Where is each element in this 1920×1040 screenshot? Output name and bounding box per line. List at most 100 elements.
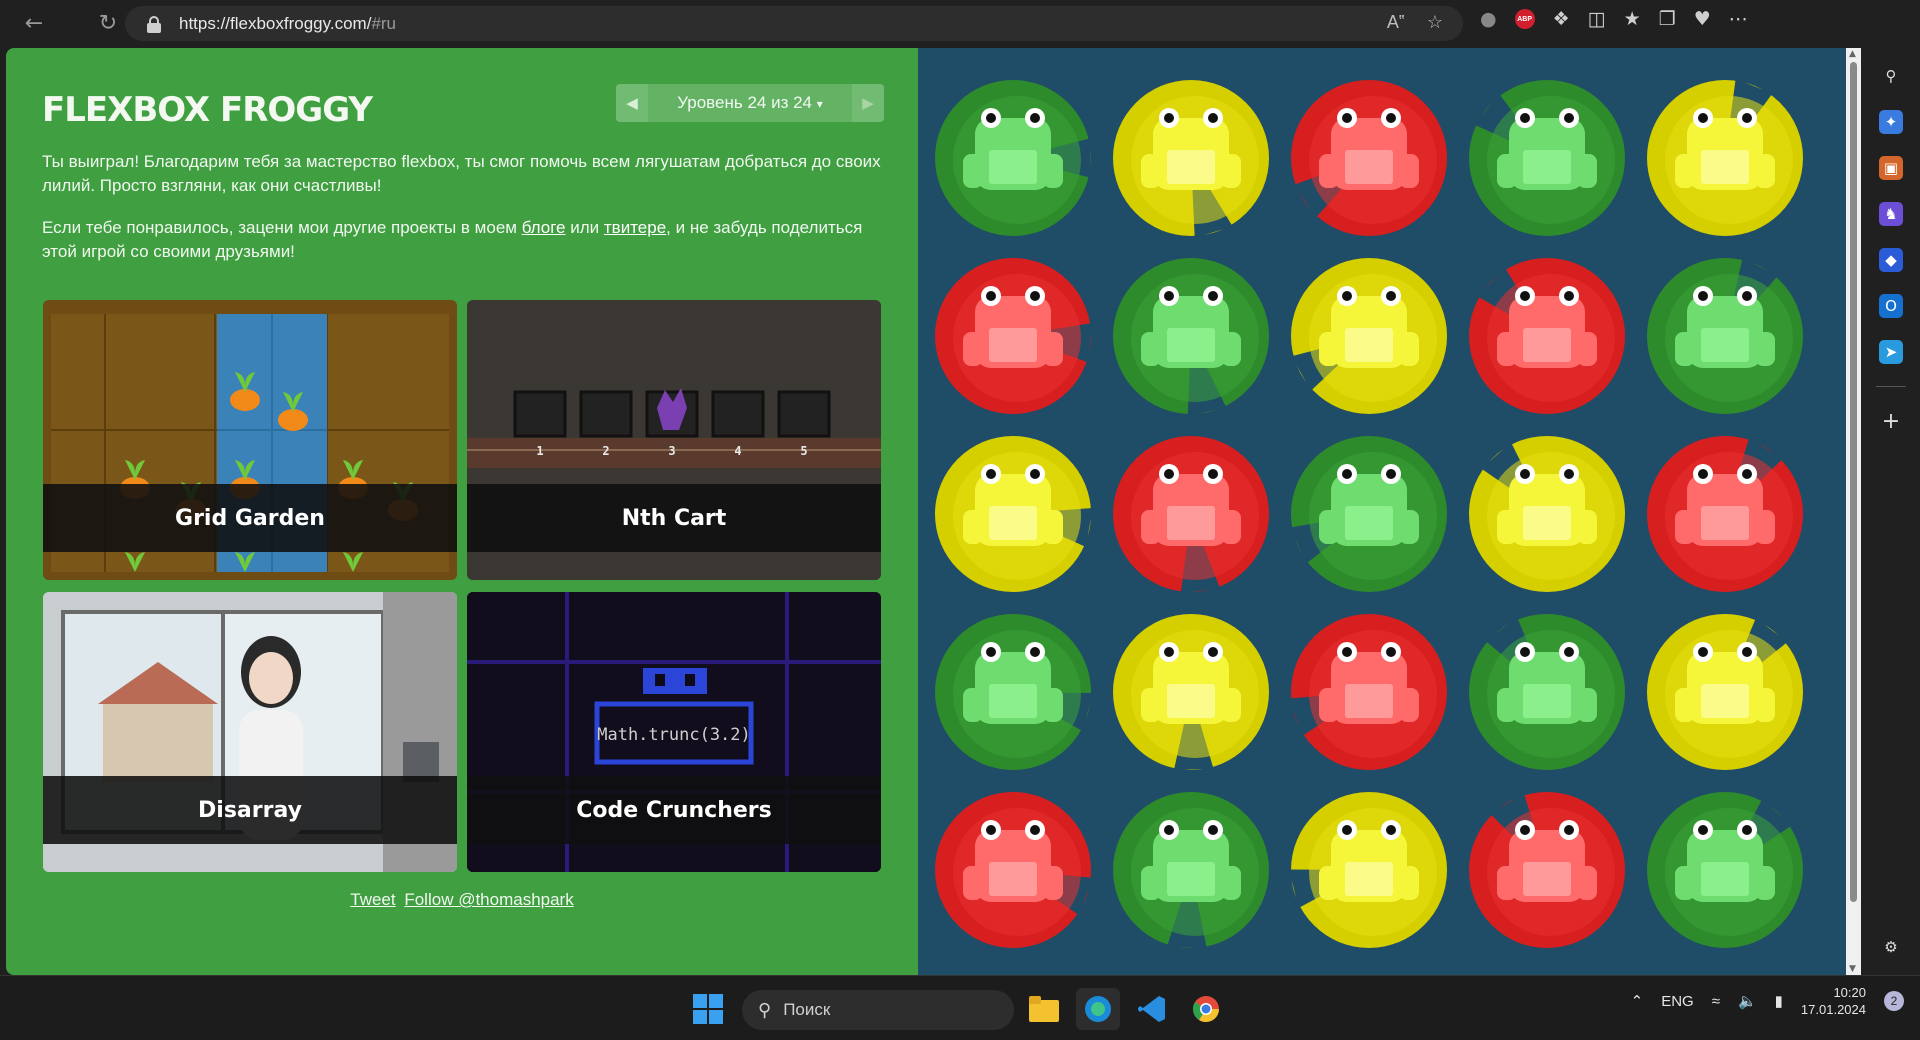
red-frog-on-lilypad <box>935 792 1093 948</box>
red-frog-on-lilypad <box>1647 436 1803 592</box>
back-icon[interactable]: ← <box>14 4 54 44</box>
card-title: Nth Cart <box>467 484 881 552</box>
yellow-frog-on-lilypad <box>1469 436 1625 592</box>
refresh-icon[interactable]: ↻ <box>88 4 128 44</box>
yellow-frog-on-lilypad <box>1291 258 1447 414</box>
level-label: Уровень 24 из 24 <box>677 93 812 112</box>
social-links: Tweet Follow @thomashpark <box>6 890 918 910</box>
red-frog-on-lilypad <box>935 258 1092 414</box>
previous-level-arrow-icon[interactable]: ◀ <box>616 84 648 122</box>
red-frog-on-lilypad <box>1469 792 1625 948</box>
level-selector[interactable]: ◀ Уровень 24 из 24 ▾ ▶ <box>616 84 884 122</box>
copilot-icon[interactable]: ◆ <box>1879 248 1903 272</box>
settings-gear-icon[interactable]: ⚙ <box>1879 935 1903 959</box>
search-placeholder: Поиск <box>783 1000 831 1019</box>
search-icon: ⚲ <box>758 999 772 1020</box>
level-dropdown[interactable]: Уровень 24 из 24 ▾ <box>648 93 852 113</box>
send-icon[interactable]: ➤ <box>1879 340 1903 364</box>
windows-taskbar: ⚲ Поиск ⌃ ENG ≈ 🔈 ▮ 10:20 17.01.2024 2 <box>0 975 1920 1040</box>
card-title: Disarray <box>43 776 457 844</box>
green-frog-on-lilypad <box>1647 792 1803 948</box>
page-scrollbar[interactable]: ▲ ▼ <box>1846 48 1861 975</box>
notification-badge[interactable]: 2 <box>1884 991 1904 1011</box>
outlook-icon[interactable]: O <box>1879 294 1903 318</box>
red-frog-on-lilypad <box>1113 436 1269 594</box>
clock-time: 10:20 <box>1833 985 1866 1000</box>
grid-garden-card[interactable]: Grid Garden <box>43 300 457 580</box>
browser-toolbar: ← ↻ https://flexboxfroggy.com/#ru A‟ ☆ ●… <box>0 0 1920 47</box>
url-host: https://flexboxfroggy.com/ <box>179 13 372 33</box>
tools-briefcase-icon[interactable]: ▣ <box>1879 156 1903 180</box>
red-frog-on-lilypad <box>1469 258 1625 414</box>
adblock-icon[interactable]: ABP <box>1514 9 1535 29</box>
volume-icon[interactable]: 🔈 <box>1738 992 1757 1010</box>
scroll-down-icon[interactable]: ▼ <box>1849 964 1856 974</box>
yellow-frog-on-lilypad <box>1289 792 1447 948</box>
file-explorer-icon[interactable] <box>1022 988 1066 1030</box>
dropdown-caret-icon: ▾ <box>816 97 823 111</box>
yellow-frog-on-lilypad <box>935 436 1093 592</box>
chrome-icon[interactable] <box>1184 988 1228 1030</box>
read-aloud-icon[interactable]: A‟ <box>1387 12 1405 33</box>
yellow-frog-on-lilypad <box>1113 614 1269 771</box>
follow-link[interactable]: Follow @thomashpark <box>404 890 573 909</box>
favorite-star-icon[interactable]: ☆ <box>1427 12 1443 33</box>
frog-grid <box>935 78 1803 949</box>
disarray-card[interactable]: Disarray <box>43 592 457 872</box>
language-indicator[interactable]: ENG <box>1661 993 1694 1010</box>
extensions-puzzle-icon[interactable]: ❖ <box>1553 8 1570 30</box>
add-icon[interactable]: + <box>1879 409 1903 434</box>
game-panel: FLEXBOX FROGGY ◀ Уровень 24 из 24 ▾ ▶ Ты… <box>6 48 918 975</box>
blog-link[interactable]: блоге <box>522 218 566 237</box>
lock-icon[interactable] <box>147 15 161 33</box>
cart-number: 1 <box>536 444 543 458</box>
yellow-frog-on-lilypad <box>1113 80 1269 238</box>
sidebar-divider <box>1876 386 1906 387</box>
more-menu-icon[interactable]: ⋯ <box>1729 8 1748 30</box>
search-icon[interactable]: ⚲ <box>1879 64 1903 88</box>
cart-number: 2 <box>602 444 609 458</box>
scroll-up-icon[interactable]: ▲ <box>1849 49 1856 59</box>
promo-message: Если тебе понравилось, зацени мои другие… <box>42 216 890 264</box>
next-level-arrow-icon[interactable]: ▶ <box>852 84 884 122</box>
wifi-icon[interactable]: ≈ <box>1712 993 1720 1010</box>
clock[interactable]: 10:20 17.01.2024 <box>1801 984 1866 1018</box>
extension-icon[interactable]: ● <box>1480 8 1497 30</box>
cart-number: 4 <box>734 444 741 458</box>
edge-browser-icon[interactable] <box>1076 988 1120 1030</box>
game-logo: FLEXBOX FROGGY <box>42 90 373 130</box>
scroll-thumb[interactable] <box>1850 62 1857 902</box>
card-title: Grid Garden <box>43 484 457 552</box>
red-frog-on-lilypad <box>1291 80 1447 236</box>
collections-icon[interactable]: ❐ <box>1659 8 1676 30</box>
windows-start-icon[interactable] <box>686 988 730 1030</box>
tweet-link[interactable]: Tweet <box>350 890 395 909</box>
favorites-icon[interactable]: ★ <box>1624 8 1641 30</box>
code-expression: Math.trunc(3.2) <box>597 725 751 745</box>
chevron-up-icon[interactable]: ⌃ <box>1631 992 1644 1010</box>
nth-cart-card[interactable]: 1 2 3 4 5 Nth Cart <box>467 300 881 580</box>
twitter-link[interactable]: твитере <box>604 218 666 237</box>
green-frog-on-lilypad <box>1290 436 1447 592</box>
code-crunchers-card[interactable]: Math.trunc(3.2) Code Crunchers <box>467 592 881 872</box>
cart-number: 5 <box>800 444 807 458</box>
clock-date: 17.01.2024 <box>1800 1002 1866 1017</box>
red-frog-on-lilypad <box>1289 614 1447 770</box>
green-frog-on-lilypad <box>1113 792 1269 949</box>
games-icon[interactable]: ♞ <box>1879 202 1903 226</box>
health-icon[interactable]: ♥ <box>1694 8 1711 30</box>
shopping-tag-icon[interactable]: ✦ <box>1879 110 1903 134</box>
vscode-icon[interactable] <box>1130 988 1174 1030</box>
address-bar[interactable]: https://flexboxfroggy.com/#ru A‟ ☆ <box>125 6 1463 41</box>
yellow-frog-on-lilypad <box>1647 78 1803 236</box>
card-title: Code Crunchers <box>467 776 881 844</box>
promo-text-2: или <box>565 218 604 237</box>
green-frog-on-lilypad <box>935 614 1093 770</box>
taskbar-search[interactable]: ⚲ Поиск <box>742 990 1014 1030</box>
win-message: Ты выиграл! Благодарим тебя за мастерств… <box>42 152 881 195</box>
green-frog-on-lilypad <box>1647 257 1803 414</box>
battery-icon[interactable]: ▮ <box>1775 992 1783 1010</box>
system-tray: ⌃ ENG ≈ 🔈 ▮ 10:20 17.01.2024 2 <box>1631 984 1904 1018</box>
split-screen-icon[interactable]: ◫ <box>1588 8 1606 30</box>
green-frog-on-lilypad <box>1113 258 1269 416</box>
